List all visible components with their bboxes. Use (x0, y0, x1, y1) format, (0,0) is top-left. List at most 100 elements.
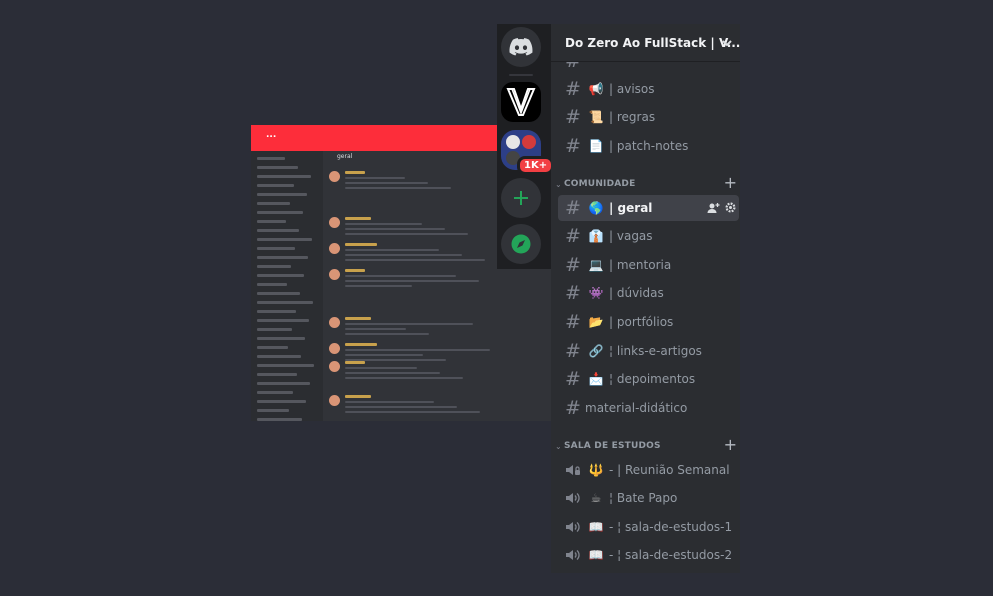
channel-regras[interactable]: # 📜 | regras (558, 104, 739, 130)
mini-avatar (329, 395, 340, 406)
coffee-icon: ☕ (590, 491, 602, 505)
mini-sidebar-line (257, 238, 312, 241)
category-sala-de-estudos[interactable]: ⌄ SALA DE ESTUDOS + (555, 437, 738, 454)
mini-sidebar-line (257, 301, 313, 304)
mini-avatar (329, 171, 340, 182)
chevron-down-icon (722, 40, 732, 47)
server-folder[interactable]: 1K+ (501, 130, 555, 175)
mini-username (345, 217, 371, 220)
channel-duvidas[interactable]: # 👾 | dúvidas (558, 280, 739, 306)
mini-channel-header: geral (337, 153, 353, 160)
add-server-button[interactable] (501, 178, 541, 218)
explore-button[interactable] (501, 224, 541, 264)
mini-sidebar-line (257, 346, 288, 349)
voice-channel-sala-de-estudos-2[interactable]: 📖 - ¦ sala-de-estudos-2 (558, 542, 739, 568)
mini-sidebar-line (257, 355, 301, 358)
mini-sidebar-line (257, 337, 305, 340)
mini-sidebar-line (257, 211, 303, 214)
channel-mentoria[interactable]: # 💻 | mentoria (558, 252, 739, 278)
globe-icon: 🌎 (588, 201, 604, 215)
trident-icon: 🔱 (588, 463, 604, 477)
channel-label: - ¦ sala-de-estudos-2 (609, 548, 733, 562)
hash-icon: # (565, 396, 581, 419)
compass-icon (511, 234, 531, 254)
mini-sidebar-line (257, 166, 298, 169)
mini-sidebar-line (257, 157, 285, 160)
mini-sidebar (251, 151, 323, 421)
channel-label: | vagas (609, 229, 653, 243)
voice-channel-reuniao-semanal[interactable]: 🔱 - | Reunião Semanal (558, 457, 739, 483)
add-channel-icon[interactable]: + (724, 175, 737, 191)
laptop-icon: 💻 (588, 258, 604, 272)
mini-message-line (345, 372, 440, 374)
channel-portfolios[interactable]: # 📂 | portfólios (558, 309, 739, 335)
server-header[interactable]: Do Zero Ao FullStack | V... (551, 24, 740, 62)
channel-label: | mentoria (609, 258, 672, 272)
channel-label: | avisos (609, 82, 655, 96)
home-button[interactable] (501, 27, 541, 67)
channel-depoimentos[interactable]: # 📩 ¦ depoimentos (558, 366, 739, 392)
add-channel-icon[interactable]: + (724, 437, 737, 453)
channel-material-didatico[interactable]: # material-didático (558, 395, 739, 421)
mini-message-line (345, 223, 422, 225)
channel-links-e-artigos[interactable]: # 🔗 ¦ links-e-artigos (558, 338, 739, 364)
mini-sidebar-line (257, 409, 289, 412)
channel-label: - | Reunião Semanal (609, 463, 730, 477)
channel-label: ¦ depoimentos (609, 372, 696, 386)
hash-icon: # (565, 77, 581, 100)
mini-sidebar-line (257, 382, 310, 385)
mini-avatar (329, 361, 340, 372)
mini-message-line (345, 328, 406, 330)
v-logo-icon (506, 88, 536, 116)
hash-icon: # (565, 339, 581, 362)
mini-sidebar-line (257, 184, 294, 187)
page-icon: 📄 (588, 139, 604, 153)
mini-banner-text: ... (266, 130, 277, 140)
mini-message-line (345, 349, 490, 351)
mini-sidebar-line (257, 220, 286, 223)
category-comunidade[interactable]: ⌄ COMUNIDADE + (555, 175, 738, 192)
speaker-icon (565, 520, 585, 534)
mini-message-line (345, 249, 439, 251)
mini-sidebar-line (257, 364, 314, 367)
channel-actions (706, 201, 737, 215)
mini-username (345, 395, 371, 398)
alien-monster-icon: 👾 (588, 286, 604, 300)
book-icon: 📖 (588, 548, 604, 562)
mini-message-line (345, 354, 423, 356)
necktie-icon: 👔 (588, 229, 604, 243)
category-label: SALA DE ESTUDOS (564, 441, 661, 451)
chevron-down-icon: ⌄ (555, 179, 562, 189)
mini-sidebar-line (257, 328, 292, 331)
book-icon: 📖 (588, 520, 604, 534)
channel-avisos[interactable]: # 📢 | avisos (558, 76, 739, 102)
hash-icon: # (565, 105, 581, 128)
channel-label: ¦ Bate Papo (609, 491, 678, 505)
mini-sidebar-line (257, 373, 297, 376)
channel-vagas[interactable]: # 👔 | vagas (558, 223, 739, 249)
mini-username (345, 243, 377, 246)
invite-icon[interactable] (706, 201, 720, 215)
channel-label: | dúvidas (609, 286, 664, 300)
mini-username (345, 269, 365, 272)
mini-message-line (345, 401, 434, 403)
voice-channel-sala-de-estudos-1[interactable]: 📖 - ¦ sala-de-estudos-1 (558, 514, 739, 540)
mini-message-line (345, 280, 479, 282)
channel-geral[interactable]: # 🌎 | geral (558, 195, 739, 221)
voice-channel-bate-papo[interactable]: ☕ ¦ Bate Papo (558, 485, 739, 511)
mini-avatar (329, 343, 340, 354)
hash-icon: # (565, 224, 581, 247)
mini-message-line (345, 275, 456, 277)
speaker-icon (565, 548, 585, 562)
hash-icon: # (565, 196, 581, 219)
mini-sidebar-line (257, 283, 287, 286)
mini-message-line (345, 228, 445, 230)
channel-patch-notes[interactable]: # 📄 | patch-notes (558, 133, 739, 159)
mini-message-line (345, 333, 429, 335)
mini-message-line (345, 233, 468, 235)
gear-icon[interactable] (724, 201, 737, 214)
server-icon-v[interactable] (501, 82, 541, 122)
mini-sidebar-line (257, 391, 293, 394)
plus-icon (514, 191, 528, 205)
mini-sidebar-line (257, 400, 306, 403)
